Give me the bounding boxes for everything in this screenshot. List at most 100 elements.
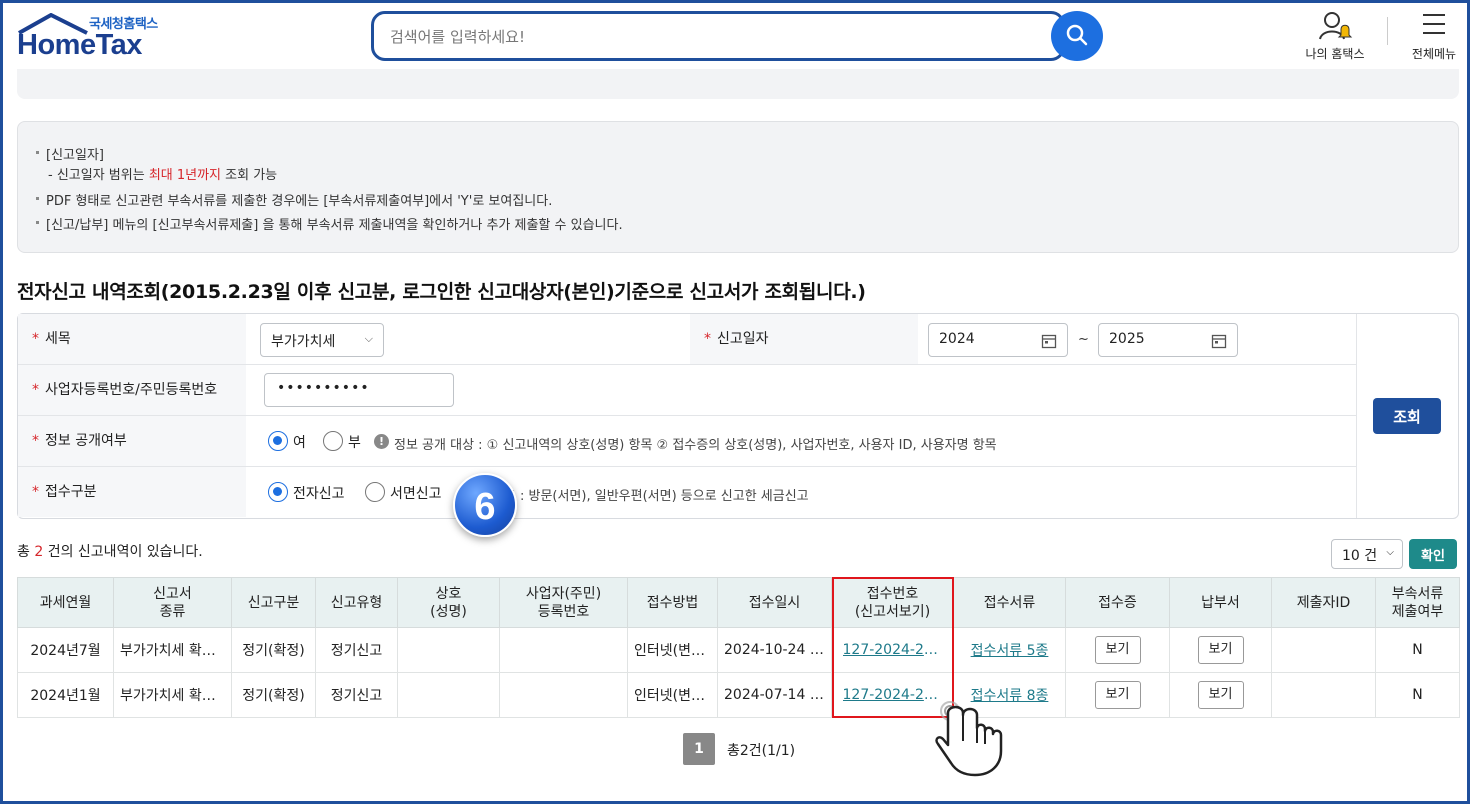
inquiry-button[interactable]: 조회 [1373,398,1441,434]
column-header: 납부서 [1169,577,1272,628]
column-header: 제출자ID [1271,577,1376,628]
receipt-paper-label: 서면신고 [390,486,442,502]
form-row-disclosure: * 정보 공개여부 여 부 ! 정보 공개 대상 : ① 신고내역의 상호(성명)… [18,416,1356,467]
info-icon: ! [374,434,389,449]
receipt-info-text: 서면신고 : 방문(서면), 일반우편(서면) 등으로 신고한 세금신고 [468,489,809,504]
date-to-input[interactable]: 2025 [1098,323,1238,357]
section-title: 전자신고 내역조회(2015.2.23일 이후 신고분, 로그인한 신고대상자(… [17,281,866,303]
table-body: 2024년7월부가가치세 확정신고정기(확정)정기신고인터넷(변환신고)2024… [17,627,1460,718]
disclosure-info-text: 정보 공개 대상 : ① 신고내역의 상호(성명) 항목 ② 접수증의 상호(성… [394,438,997,453]
all-menu-label: 전체메뉴 [1411,47,1457,61]
period-cell: 2024년7월 [17,627,114,673]
pointing-hand-icon [935,701,1003,777]
hometax-logo[interactable]: 국세청홈택스 HomeTax [15,11,175,63]
column-header: 접수증 [1065,577,1170,628]
disclosure-label: * 정보 공개여부 [18,416,246,466]
table-header-row: 과세연월 신고서 종류 신고구분 신고유형 상호 (성명) 사업자(주민) 등록번호 접수방법 접수… [17,577,1460,628]
tax-type-label: * 세목 [18,314,246,364]
receipt-datetime-cell: 2024-10-24 10:00:00 [717,627,832,673]
disclosure-yes-label: 여 [293,435,306,451]
business-name-cell [397,627,500,673]
receipt-method-cell: 인터넷(변환신고) [627,672,718,718]
step-number-badge: 6 [453,473,517,537]
column-header: 부속서류 제출여부 [1375,577,1460,628]
attachment-status-cell: N [1375,672,1460,718]
report-kind-cell: 부가가치세 확정신고 [113,627,232,673]
receipt-electronic-radio[interactable] [268,482,288,502]
search-button-column: 조회 [1356,314,1458,518]
calendar-icon[interactable] [1211,333,1227,349]
table-row: 2024년1월부가가치세 확정신고정기(확정)정기신고 인터넷(변환신고)2024… [17,672,1460,718]
column-header: 접수방법 [627,577,718,628]
my-hometax-button[interactable]: 나의 홈택스 [1293,9,1377,65]
date-range-separator: ~ [1078,332,1089,347]
business-name-cell [397,672,500,718]
disclosure-yes-radio[interactable] [268,431,288,451]
attachment-status-cell: N [1375,627,1460,673]
form-row-receipt: * 접수구분 전자신고 서면신고 서면신고 : 방문(서면), 일반우편(서면) … [18,467,1356,518]
search-icon [1066,24,1088,45]
submitter-id-cell [1271,672,1376,718]
report-category-cell: 정기(확정) [231,672,316,718]
disclosure-no-label: 부 [348,435,361,451]
receipt-view-button[interactable]: 보기 [1094,681,1141,709]
notice-box: [신고일자] - 신고일자 범위는 최대 1년까지 조회 가능 PDF 형태로 … [17,121,1459,253]
page-button-1[interactable]: 1 [683,733,715,765]
payment-view-button[interactable]: 보기 [1197,636,1244,664]
column-header: 상호 (성명) [397,577,500,628]
date-from-input[interactable]: 2024 [928,323,1068,357]
receipt-docs-cell: 접수서류 5종 [953,627,1066,673]
tax-type-select[interactable]: 부가가치세 ⌵ [260,323,384,357]
column-header: 접수일시 [717,577,832,628]
notice-line: [신고/납부] 메뉴의 [신고부속서류제출] 을 통해 부속서류 제출내역을 확… [36,214,623,233]
user-bell-icon [1319,12,1353,40]
form-row-tax-type: * 세목 부가가치세 ⌵ * 신고일자 2024 ~ 2025 [18,314,1356,365]
notice-line: PDF 형태로 신고관련 부속서류를 제출한 경우에는 [부속서류제출여부]에서… [36,190,552,209]
hamburger-icon [1423,14,1445,34]
report-type-cell: 정기신고 [315,672,398,718]
calendar-icon[interactable] [1041,333,1057,349]
disclosure-no-radio[interactable] [323,431,343,451]
report-type-cell: 정기신고 [315,627,398,673]
chevron-down-icon: ⌵ [364,332,373,345]
table-row: 2024년7월부가가치세 확정신고정기(확정)정기신고 인터넷(변환신고)2024… [17,627,1460,673]
column-header: 신고유형 [315,577,398,628]
notice-line: - 신고일자 범위는 최대 1년까지 조회 가능 [48,168,278,183]
receipt-datetime-cell: 2024-07-14 10:00:00 [717,672,832,718]
search-form: * 세목 부가가치세 ⌵ * 신고일자 2024 ~ 2025 * 사업자등록번호/주민… [17,313,1459,519]
payment-view-cell: 보기 [1169,672,1272,718]
chevron-down-icon: ⌵ [1386,547,1394,558]
receipt-docs-link[interactable]: 접수서류 5종 [971,643,1049,659]
receipt-paper-radio[interactable] [365,482,385,502]
receipt-view-cell: 보기 [1065,672,1170,718]
payment-view-cell: 보기 [1169,627,1272,673]
result-table: 과세연월 신고서 종류 신고구분 신고유형 상호 (성명) 사업자(주민) 등록번호 접수방법 접수… [17,577,1460,718]
column-header: 신고서 종류 [113,577,232,628]
receipt-electronic-label: 전자신고 [293,486,345,502]
submitter-id-cell [1271,627,1376,673]
header: 국세청홈택스 HomeTax 나의 홈택스 전체메뉴 [3,3,1467,69]
all-menu-button[interactable]: 전체메뉴 [1401,9,1467,65]
search-box [371,11,1065,61]
receipt-view-button[interactable]: 보기 [1094,636,1141,664]
search-input[interactable] [390,26,990,48]
registration-no-cell [499,672,628,718]
form-row-biz-no: * 사업자등록번호/주민등록번호 •••••••••• [18,365,1356,416]
receipt-method-cell: 인터넷(변환신고) [627,627,718,673]
registration-no-cell [499,627,628,673]
report-category-cell: 정기(확정) [231,627,316,673]
confirm-button[interactable]: 확인 [1409,539,1457,569]
biz-no-label: * 사업자등록번호/주민등록번호 [18,365,246,415]
column-header: 과세연월 [17,577,114,628]
column-header: 접수서류 [953,577,1066,628]
payment-view-button[interactable]: 보기 [1197,681,1244,709]
page-size-select[interactable]: 10 건 ⌵ [1331,539,1403,569]
column-header: 신고구분 [231,577,316,628]
result-count: 총 2 건의 신고내역이 있습니다. [17,544,203,560]
report-kind-cell: 부가가치세 확정신고 [113,672,232,718]
pager-total-text: 총2건(1/1) [727,743,796,759]
my-hometax-label: 나의 홈택스 [1305,47,1365,61]
report-date-label: * 신고일자 [690,314,918,364]
biz-no-input[interactable]: •••••••••• [264,373,454,407]
search-button[interactable] [1051,11,1103,61]
